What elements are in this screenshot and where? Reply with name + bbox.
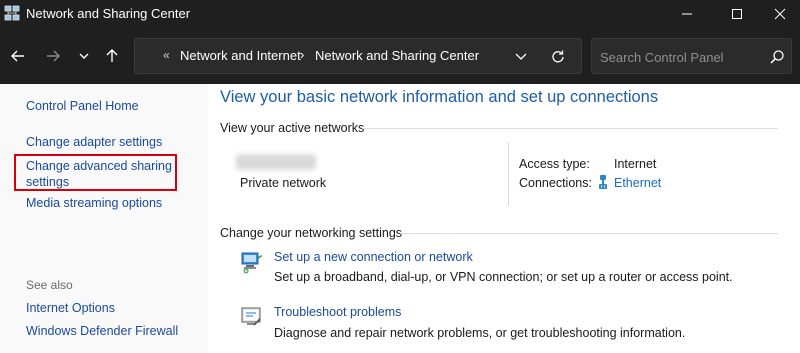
page-title: View your basic network information and … <box>220 88 659 106</box>
search-box[interactable] <box>591 38 792 74</box>
sidebar-item-internet-options[interactable]: Internet Options <box>26 301 115 315</box>
divider <box>400 233 778 234</box>
connections-label: Connections: <box>519 176 592 190</box>
sidebar-item-media-streaming-options[interactable]: Media streaming options <box>26 196 162 210</box>
content-area: Control Panel Home Change adapter settin… <box>0 84 800 353</box>
breadcrumb-item[interactable]: Network and Sharing Center <box>315 48 479 63</box>
forward-button[interactable] <box>41 43 65 69</box>
sidebar: Control Panel Home Change adapter settin… <box>0 84 208 353</box>
breadcrumb-overflow-icon[interactable]: « <box>163 48 170 62</box>
search-input[interactable] <box>600 47 760 67</box>
close-icon <box>774 8 785 20</box>
arrow-right-icon <box>47 50 60 62</box>
up-button[interactable] <box>100 43 124 69</box>
breadcrumb-separator-icon[interactable]: › <box>300 47 304 62</box>
recent-locations-button[interactable] <box>72 43 96 69</box>
address-dropdown-icon[interactable] <box>514 51 528 63</box>
sidebar-item-windows-defender-firewall[interactable]: Windows Defender Firewall <box>26 324 178 338</box>
network-center-icon <box>4 5 20 21</box>
change-settings-label: Change your networking settings <box>220 226 403 240</box>
network-name-redacted <box>236 154 316 170</box>
window-title: Network and Sharing Center <box>26 6 191 21</box>
title-bar: Network and Sharing Center <box>0 0 800 28</box>
breadcrumb-item[interactable]: Network and Internet <box>180 48 301 63</box>
navigation-bar: « Network and Internet › Network and Sha… <box>0 28 800 84</box>
access-type-label: Access type: <box>519 157 590 171</box>
minimize-button[interactable] <box>664 0 709 28</box>
back-button[interactable] <box>6 43 30 69</box>
chevron-down-icon <box>79 53 89 59</box>
ethernet-icon <box>599 175 607 189</box>
divider <box>508 142 509 206</box>
access-type-value: Internet <box>614 157 657 171</box>
ethernet-connection-link[interactable]: Ethernet <box>614 176 661 190</box>
maximize-icon <box>731 9 742 19</box>
sidebar-item-control-panel-home[interactable]: Control Panel Home <box>26 99 139 113</box>
search-icon[interactable] <box>769 49 785 65</box>
arrow-left-icon <box>11 50 24 62</box>
maximize-button[interactable] <box>714 0 759 28</box>
setup-new-connection-link[interactable]: Set up a new connection or network <box>274 250 473 264</box>
arrow-up-icon <box>106 49 118 62</box>
refresh-icon[interactable] <box>549 48 567 66</box>
setup-new-connection-description: Set up a broadband, dial-up, or VPN conn… <box>274 270 733 284</box>
network-profile: Private network <box>240 176 327 190</box>
new-connection-icon <box>241 252 263 274</box>
divider <box>362 128 778 129</box>
troubleshoot-problems-link[interactable]: Troubleshoot problems <box>274 305 401 319</box>
close-button[interactable] <box>757 0 800 28</box>
troubleshoot-icon <box>241 307 261 326</box>
active-networks-label: View your active networks <box>220 121 365 135</box>
minimize-icon <box>681 13 692 15</box>
highlight-box <box>14 154 177 191</box>
address-bar[interactable]: « Network and Internet › Network and Sha… <box>134 38 582 74</box>
troubleshoot-problems-description: Diagnose and repair network problems, or… <box>274 326 686 340</box>
main-panel: View your basic network information and … <box>208 84 800 353</box>
see-also-heading: See also <box>26 278 73 292</box>
sidebar-item-change-adapter-settings[interactable]: Change adapter settings <box>26 135 162 149</box>
